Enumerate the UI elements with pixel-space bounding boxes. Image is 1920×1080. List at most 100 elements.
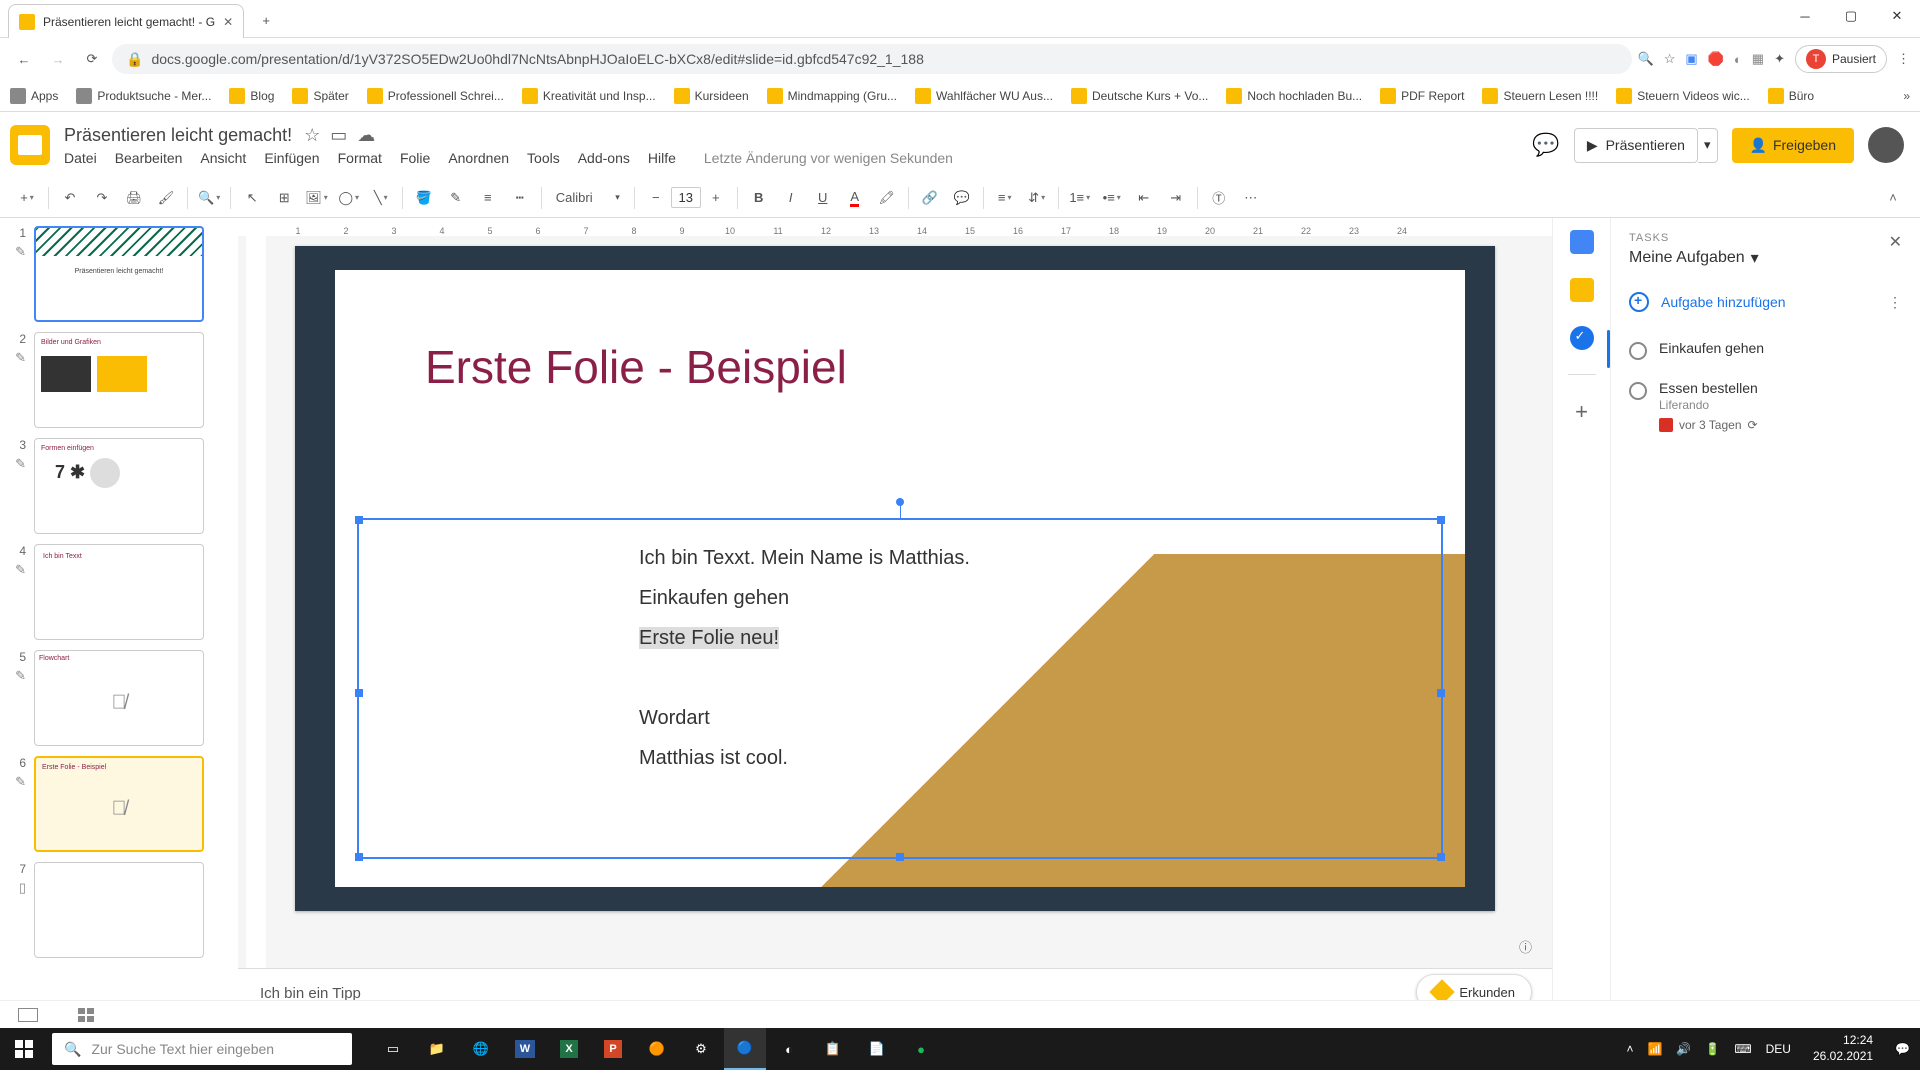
last-edit-text[interactable]: Letzte Änderung vor wenigen Sekunden: [704, 150, 953, 166]
calendar-app-icon[interactable]: [1570, 230, 1594, 254]
share-button[interactable]: 👤 Freigeben: [1732, 128, 1854, 163]
grid-view-button[interactable]: [78, 1008, 94, 1022]
bookmark-item[interactable]: Produktsuche - Mer...: [76, 88, 211, 104]
slide-thumbnail-1[interactable]: Präsentieren leicht gemacht!: [34, 226, 204, 322]
apps-shortcut[interactable]: Apps: [10, 88, 58, 104]
slide-canvas[interactable]: Erste Folie - Beispiel Ich bin Texxt. Me…: [295, 246, 1495, 911]
bookmark-item[interactable]: Kursideen: [674, 88, 749, 104]
indent-increase-button[interactable]: ⇥: [1161, 183, 1191, 213]
tray-keyboard-icon[interactable]: ⌨: [1734, 1042, 1751, 1056]
back-button[interactable]: ←: [10, 45, 38, 73]
comment-indicator-icon[interactable]: ✎: [4, 774, 34, 790]
slide-thumbnail-7[interactable]: [34, 862, 204, 958]
window-minimize[interactable]: ─: [1782, 0, 1828, 32]
comments-icon[interactable]: 💬: [1532, 132, 1559, 158]
bookmark-item[interactable]: Blog: [229, 88, 274, 104]
filmstrip-view-button[interactable]: [18, 1008, 38, 1022]
bookmark-item[interactable]: Noch hochladen Bu...: [1226, 88, 1362, 104]
image-tool[interactable]: 🖼: [301, 183, 332, 213]
menu-folie[interactable]: Folie: [400, 150, 430, 166]
underline-button[interactable]: U: [808, 183, 838, 213]
link-button[interactable]: 🔗: [915, 183, 945, 213]
bookmark-item[interactable]: PDF Report: [1380, 88, 1464, 104]
border-color-button[interactable]: ✎: [441, 183, 471, 213]
font-size-decrease[interactable]: −: [641, 183, 671, 213]
document-title[interactable]: Präsentieren leicht gemacht!: [64, 125, 292, 146]
menu-icon[interactable]: ⋮: [1897, 51, 1910, 67]
resize-handle[interactable]: [1437, 689, 1445, 697]
bookmark-item[interactable]: Büro: [1768, 88, 1814, 104]
forward-button[interactable]: →: [44, 45, 72, 73]
slide-title-text[interactable]: Erste Folie - Beispiel: [425, 340, 847, 394]
font-size-increase[interactable]: +: [701, 183, 731, 213]
select-tool[interactable]: ↖: [237, 183, 267, 213]
collapse-toolbar-button[interactable]: ˄: [1878, 183, 1908, 213]
comment-indicator-icon[interactable]: ✎: [4, 456, 34, 472]
font-size-input[interactable]: 13: [671, 187, 701, 208]
tray-notifications-icon[interactable]: 💬: [1895, 1042, 1910, 1056]
tray-wifi-icon[interactable]: 📶: [1647, 1042, 1662, 1056]
taskbar-explorer[interactable]: 📁: [416, 1028, 458, 1070]
taskbar-chrome[interactable]: 🔵: [724, 1028, 766, 1070]
skip-indicator-icon[interactable]: ▯: [4, 880, 34, 896]
fill-color-button[interactable]: 🪣: [409, 183, 439, 213]
bulleted-list-button[interactable]: •≡: [1097, 183, 1127, 213]
tasks-list-selector[interactable]: Meine Aufgaben ▾: [1629, 248, 1759, 268]
task-complete-toggle[interactable]: [1629, 382, 1647, 400]
menu-ansicht[interactable]: Ansicht: [200, 150, 246, 166]
browser-tab[interactable]: Präsentieren leicht gemacht! - G ✕: [8, 4, 244, 38]
star-doc-icon[interactable]: ☆: [304, 125, 320, 146]
undo-button[interactable]: ↶: [55, 183, 85, 213]
taskbar-spotify[interactable]: ●: [900, 1028, 942, 1070]
indent-decrease-button[interactable]: ⇤: [1129, 183, 1159, 213]
taskbar-excel[interactable]: X: [548, 1028, 590, 1070]
comment-indicator-icon[interactable]: ✎: [4, 244, 34, 260]
paint-format-button[interactable]: 🖌: [151, 183, 181, 213]
textbox-tool[interactable]: ⊞: [269, 183, 299, 213]
extensions-icon[interactable]: ✦: [1774, 51, 1785, 67]
task-item[interactable]: Einkaufen gehen: [1629, 330, 1902, 370]
italic-button[interactable]: I: [776, 183, 806, 213]
menu-hilfe[interactable]: Hilfe: [648, 150, 676, 166]
add-addon-button[interactable]: +: [1575, 399, 1588, 425]
resize-handle[interactable]: [355, 516, 363, 524]
move-doc-icon[interactable]: ▭: [330, 125, 347, 146]
bookmark-item[interactable]: Steuern Lesen !!!!: [1482, 88, 1598, 104]
tray-clock[interactable]: 12:24 26.02.2021: [1805, 1033, 1881, 1064]
bookmark-item[interactable]: Kreativität und Insp...: [522, 88, 656, 104]
info-icon[interactable]: ⓘ: [1519, 937, 1532, 956]
task-item[interactable]: Essen bestellen Liferando vor 3 Tagen ⟳: [1629, 370, 1902, 442]
present-dropdown[interactable]: ▾: [1698, 128, 1718, 163]
tray-battery-icon[interactable]: 🔋: [1705, 1042, 1720, 1056]
comment-indicator-icon[interactable]: ✎: [4, 350, 34, 366]
tray-expand-icon[interactable]: ˄: [1626, 1042, 1633, 1056]
print-button[interactable]: 🖨: [119, 183, 149, 213]
resize-handle[interactable]: [1437, 516, 1445, 524]
ext4-icon[interactable]: ▦: [1752, 51, 1764, 67]
account-avatar[interactable]: [1868, 127, 1904, 163]
window-maximize[interactable]: ▢: [1828, 0, 1874, 32]
tasks-more-icon[interactable]: ⋮: [1888, 294, 1902, 311]
taskbar-edge[interactable]: 🌐: [460, 1028, 502, 1070]
taskbar-app[interactable]: ◐: [768, 1028, 810, 1070]
line-tool[interactable]: ╲: [366, 183, 396, 213]
zoom-button[interactable]: 🔍: [194, 183, 224, 213]
menu-einfuegen[interactable]: Einfügen: [264, 150, 319, 166]
redo-button[interactable]: ↷: [87, 183, 117, 213]
keep-app-icon[interactable]: [1570, 278, 1594, 302]
address-bar[interactable]: 🔒 docs.google.com/presentation/d/1yV372S…: [112, 44, 1632, 74]
numbered-list-button[interactable]: 1≡: [1065, 183, 1095, 213]
zoom-icon[interactable]: 🔍: [1638, 51, 1654, 67]
slide-thumbnail-3[interactable]: Formen einfügen7 ✱: [34, 438, 204, 534]
bookmarks-overflow[interactable]: »: [1903, 89, 1910, 103]
menu-anordnen[interactable]: Anordnen: [448, 150, 509, 166]
close-tab-icon[interactable]: ✕: [223, 15, 233, 29]
new-slide-button[interactable]: +: [12, 183, 42, 213]
slides-logo[interactable]: [10, 125, 50, 165]
tray-volume-icon[interactable]: 🔊: [1676, 1042, 1691, 1056]
bookmark-item[interactable]: Deutsche Kurs + Vo...: [1071, 88, 1208, 104]
text-box-content[interactable]: Ich bin Texxt. Mein Name is Matthias. Ei…: [359, 520, 1441, 778]
present-button[interactable]: ▶ Präsentieren: [1574, 128, 1698, 163]
tray-language[interactable]: DEU: [1766, 1042, 1791, 1056]
comment-indicator-icon[interactable]: ✎: [4, 562, 34, 578]
